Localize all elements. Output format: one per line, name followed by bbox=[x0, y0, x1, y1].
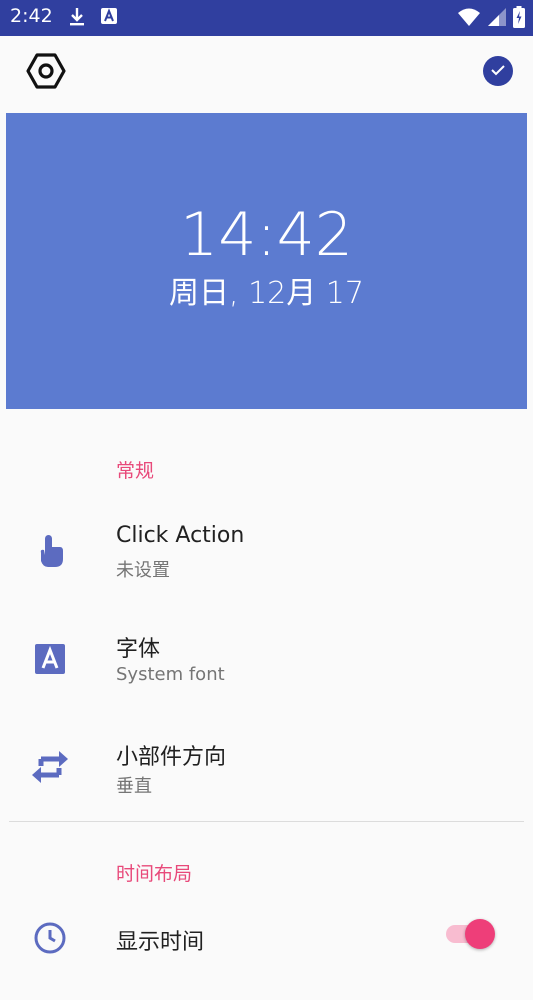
pref-font[interactable]: 字体 System font bbox=[0, 614, 533, 704]
status-bar: 2:42 bbox=[0, 0, 533, 36]
pref-summary: 垂直 bbox=[116, 776, 152, 797]
toolbar bbox=[0, 36, 533, 108]
pref-title: 小部件方向 bbox=[116, 745, 227, 770]
section-header-time-layout: 时间布局 bbox=[116, 863, 193, 885]
pref-title: 字体 bbox=[116, 637, 161, 662]
pref-summary: System font bbox=[116, 664, 225, 685]
font-app-icon bbox=[100, 7, 118, 31]
signal-icon bbox=[487, 7, 507, 31]
pref-title: Click Action bbox=[116, 523, 245, 548]
widget-preview: 14:42 周日, 12月 17 bbox=[6, 113, 527, 409]
download-icon bbox=[68, 7, 86, 31]
confirm-button[interactable] bbox=[483, 56, 513, 86]
settings-hexagon-icon bbox=[26, 51, 66, 95]
touch-icon bbox=[30, 531, 70, 571]
pref-title: 显示时间 bbox=[116, 930, 205, 955]
settings-button[interactable] bbox=[24, 51, 68, 95]
section-divider bbox=[9, 821, 524, 822]
pref-show-time[interactable]: 显示时间 bbox=[0, 910, 533, 1000]
wifi-icon bbox=[457, 7, 481, 31]
check-icon bbox=[490, 62, 506, 81]
preview-date: 周日, 12月 17 bbox=[169, 276, 364, 311]
font-icon bbox=[30, 639, 70, 679]
swap-arrows-icon bbox=[30, 747, 70, 787]
pref-widget-orientation[interactable]: 小部件方向 垂直 bbox=[0, 722, 533, 812]
toggle-knob[interactable] bbox=[465, 919, 495, 949]
section-header-general: 常规 bbox=[116, 460, 155, 482]
clock-icon bbox=[30, 918, 70, 958]
battery-icon bbox=[513, 6, 525, 32]
pref-summary: 未设置 bbox=[116, 560, 170, 581]
pref-click-action[interactable]: Click Action 未设置 bbox=[0, 506, 533, 596]
preview-time: 14:42 bbox=[180, 200, 353, 270]
status-time: 2:42 bbox=[10, 5, 53, 27]
